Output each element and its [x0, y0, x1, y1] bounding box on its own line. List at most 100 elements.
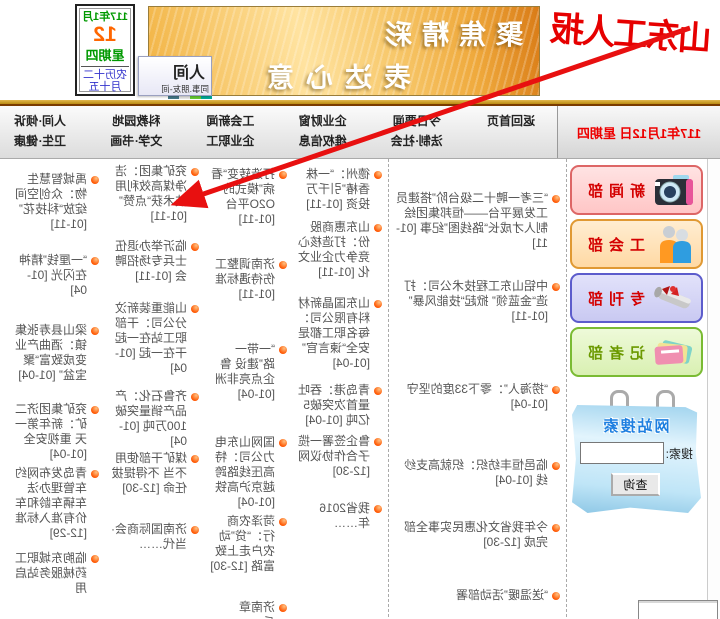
bullet-icon: [552, 462, 560, 470]
news-item[interactable]: 今年我省文化惠民实事全部完成 [12-30]: [393, 520, 560, 550]
nav-col-education: 科教园地 文学·书画: [110, 111, 162, 158]
date-text: 117年1月12日 星期四: [577, 123, 701, 142]
news-headline[interactable]: 青岛发布网约车管理办法 车辆车龄和车价有准入标准: [15, 466, 87, 525]
news-item[interactable]: “一厘钱”精神在闪光 [01-04]: [15, 253, 99, 298]
sidebar: 新闻部 工会部: [567, 159, 707, 619]
bullet-icon: [374, 300, 382, 308]
news-headline[interactable]: “捞海人”：零下33度的坚守: [407, 382, 548, 396]
nav-item-literature-art[interactable]: 文学·书画: [110, 131, 162, 151]
news-item[interactable]: 齐鲁石化：产品产销量突破100万吨 [01-04]: [109, 389, 199, 449]
news-item[interactable]: 济南章丘……: [209, 600, 287, 619]
news-item[interactable]: 兖矿集团济二矿：新年第一天 重视安全 [01-04]: [15, 402, 99, 462]
news-item[interactable]: 青岛发布网约车管理办法 车辆车龄和车价有准入标准 [12-29]: [15, 466, 99, 541]
nav-col-life: 人间·倾诉 卫生·健康: [14, 111, 66, 158]
news-item[interactable]: “捞海人”：零下33度的坚守 [01-04]: [393, 382, 560, 412]
camera-icon: [651, 169, 697, 211]
news-item[interactable]: 山东惠商股份：打造核心竞争力企业文化 [01-11]: [297, 220, 382, 280]
nav-item-home[interactable]: 返回首页: [487, 111, 535, 131]
news-column-2: 德州：“一株香椿”引千万投资 [01-11] 山东惠商股份：打造核心竞争力企业文…: [293, 159, 389, 619]
news-item[interactable]: 济南调整工伤待遇标准 [01-11]: [209, 257, 287, 302]
news-headline[interactable]: 济南章丘……: [239, 600, 275, 619]
news-headline[interactable]: “三考一聘十二级台阶”搭建员工发展平台——恒邦集团绘制人才成长“路线图”纪事: [396, 191, 548, 235]
news-headline[interactable]: 禹城智慧生物：众创空间绽放“科技花”: [15, 172, 87, 216]
news-item[interactable]: 禹城智慧生物：众创空间绽放“科技花” [01-11]: [15, 172, 99, 232]
bullet-icon: [279, 346, 287, 354]
news-date: [01-11]: [239, 287, 275, 301]
news-item[interactable]: 青岛港：吞吐量首次突破5亿吨 [01-04]: [297, 383, 382, 428]
news-item[interactable]: 菏泽农商行：“贷”动农户走上致富路 [12-30]: [209, 514, 287, 574]
search-label: 搜索:: [666, 445, 693, 462]
news-item[interactable]: 临邑恒丰纺织：织就高支纱线 [01-04]: [393, 458, 560, 488]
news-item[interactable]: 临朐东城职工药械服务站启用: [15, 551, 99, 596]
news-headline[interactable]: 济南调整工伤待遇标准: [215, 257, 275, 286]
bullet-icon: [552, 283, 560, 291]
calendar-lunar-line2: 月十五: [77, 81, 133, 93]
news-item[interactable]: 山能重装新汶分公司：干部职工站在一起干在一起 [01-04]: [109, 301, 199, 376]
news-item[interactable]: 煤矿干部使用不当 不得提拔任命 [12-30]: [109, 451, 199, 496]
site-logo[interactable]: 山东工人报: [536, 0, 714, 61]
news-date: [01-04]: [333, 356, 370, 370]
news-item[interactable]: 国网山东电力公司：特高压线路跨越京沪高铁 [01-04]: [209, 435, 287, 510]
nav-item-human-world[interactable]: 人间·倾诉: [14, 111, 66, 131]
news-item[interactable]: 临沂举办退伍士兵专场招聘会 [01-11]: [109, 239, 199, 284]
nav-col-home: 返回首页: [487, 111, 535, 158]
news-item[interactable]: 我省2016年……: [297, 501, 382, 531]
news-item[interactable]: 德州：“一株香椿”引千万投资 [01-11]: [297, 167, 382, 212]
sidebar-item-union-dept[interactable]: 工会部: [570, 219, 703, 269]
news-headline[interactable]: “送温暖”活动部署: [456, 588, 548, 602]
news-item[interactable]: 山东国晶新材料有限公司：每名职工都是安全“谏言官” [01-04]: [297, 296, 382, 371]
sidebar-item-reporter-dept[interactable]: 记者部: [570, 327, 703, 377]
bullet-icon: [91, 327, 99, 335]
nav-item-law-society[interactable]: 法制·社会: [391, 131, 443, 151]
news-headline[interactable]: 兖矿集团济二矿：新年第一天 重视安全: [15, 402, 87, 446]
news-item[interactable]: “三考一聘十二级台阶”搭建员工发展平台——恒邦集团绘制人才成长“路线图”纪事 […: [393, 191, 560, 251]
news-item[interactable]: “送温暖”活动部署: [393, 588, 560, 603]
news-date: [01-11]: [512, 309, 548, 323]
news-date: [01-11]: [306, 197, 342, 211]
bullet-icon: [91, 257, 99, 265]
news-headline[interactable]: 今年我省文化惠民实事全部完成: [404, 520, 548, 549]
dept-label: 记者部: [576, 342, 651, 363]
news-item[interactable]: “一带一路”建设 鲁企点亮非洲 [01-04]: [209, 342, 287, 402]
news-headline[interactable]: 中铝山东工程技术公司：打造“金蓝领” 掀起“技能风暴”: [404, 279, 548, 308]
news-item[interactable]: 鲁企签署一揽子合作协议网 [12-30]: [297, 434, 382, 479]
news-date: [01-11]: [239, 212, 275, 226]
news-headline[interactable]: 打造转变“看病”模式的O2O平台: [211, 167, 275, 211]
nav-item-union-news[interactable]: 工会新闻: [206, 111, 254, 131]
news-item[interactable]: 打造转变“看病”模式的O2O平台 [01-11]: [209, 167, 287, 227]
news-headline[interactable]: 济南国际商会·当代……: [111, 522, 187, 551]
news-headline[interactable]: 山东国晶新材料有限公司：每名职工都是安全“谏言官”: [298, 296, 370, 355]
news-item[interactable]: 济南国际商会·当代……: [109, 522, 199, 552]
dept-label: 专刊部: [576, 288, 651, 309]
nav-item-enterprise-finance[interactable]: 企业财窗: [299, 111, 347, 131]
nav-item-rights-info[interactable]: 维权信息: [299, 131, 347, 151]
news-column-4: 兖矿集团：洁净煤高效利用技术获“点赞” [01-11] 临沂举办退伍士兵专场招聘…: [105, 159, 205, 619]
news-headline[interactable]: 兖矿集团：洁净煤高效利用技术获“点赞”: [115, 164, 187, 208]
news-item[interactable]: 梁山县寿张集镇：酒曲产业变成致富“聚宝盆” [01-04]: [15, 323, 99, 383]
nav-item-enterprise-workers[interactable]: 企业职工: [206, 131, 254, 151]
nav-item-health[interactable]: 卫生·健康: [14, 131, 66, 151]
search-input[interactable]: [580, 442, 664, 464]
news-headline[interactable]: 鲁企签署一揽子合作协议网: [298, 434, 370, 463]
bullet-icon: [91, 555, 99, 563]
search-query-button[interactable]: 查询: [612, 473, 660, 496]
news-headline[interactable]: “一带一路”建设 鲁企点亮非洲: [215, 342, 275, 386]
news-headline[interactable]: 我省2016年……: [319, 501, 370, 530]
news-date: [01-04]: [305, 413, 342, 427]
news-date: [12-29]: [50, 526, 87, 540]
news-item[interactable]: 兖矿集团：洁净煤高效利用技术获“点赞” [01-11]: [109, 164, 199, 224]
nav-item-science-education[interactable]: 科教园地: [110, 111, 162, 131]
sidebar-item-special-dept[interactable]: 专刊部: [570, 273, 703, 323]
dept-label: 新闻部: [576, 180, 651, 201]
news-date: [01-04]: [50, 447, 87, 461]
tickets-icon: [651, 331, 697, 373]
news-date: [01-04]: [495, 473, 532, 487]
dept-label: 工会部: [576, 234, 651, 255]
bullet-icon: [91, 406, 99, 414]
news-headline[interactable]: 国网山东电力公司：特高压线路跨越京沪高铁: [215, 435, 275, 494]
news-item[interactable]: 中铝山东工程技术公司：打造“金蓝领” 掀起“技能风暴” [01-11]: [393, 279, 560, 324]
news-headline[interactable]: 临朐东城职工药械服务站启用: [15, 551, 87, 595]
nav-item-today-news[interactable]: 今日要闻: [391, 111, 443, 131]
sidebar-item-news-dept[interactable]: 新闻部: [570, 165, 703, 215]
bullet-icon: [191, 455, 199, 463]
